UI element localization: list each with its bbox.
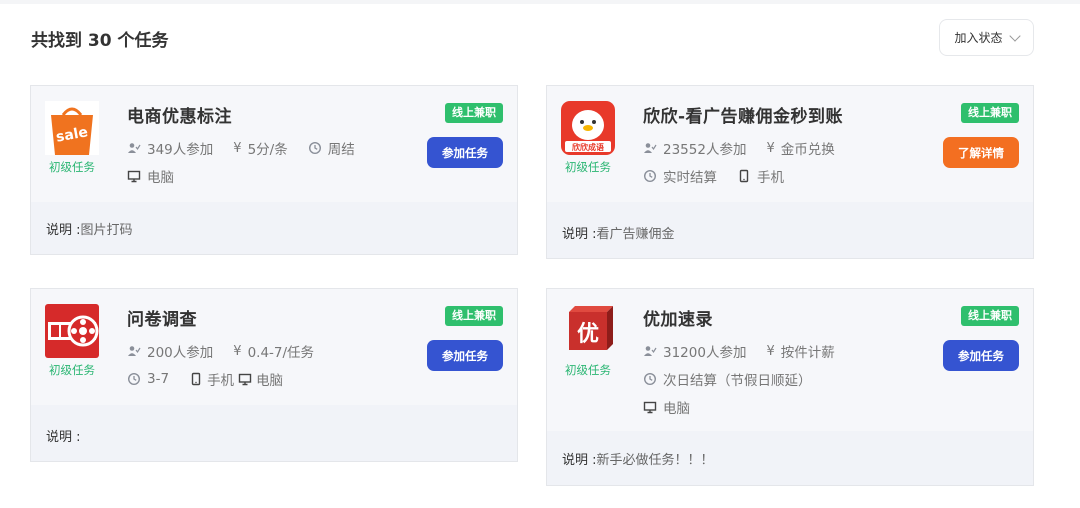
settlement: 实时结算 bbox=[643, 166, 717, 186]
task-level: 初级任务 bbox=[49, 363, 95, 377]
participants: 31200人参加 bbox=[643, 341, 746, 361]
yen-icon: ¥ bbox=[766, 140, 775, 156]
task-meta-row-2: 3-7 手机 电脑 bbox=[127, 369, 283, 389]
status-badge: 线上兼职 bbox=[445, 103, 503, 123]
phone-icon bbox=[737, 169, 751, 183]
task-card[interactable]: 欣欣成语 初级任务 欣欣-看广告赚佣金秒到账 线上兼职 了解详情 23552人参… bbox=[546, 85, 1034, 259]
yen-icon: ¥ bbox=[766, 343, 775, 359]
monitor-icon bbox=[127, 169, 141, 183]
task-title[interactable]: 优加速录 bbox=[643, 305, 713, 330]
price: ¥ 5分/条 bbox=[233, 140, 288, 159]
status-badge: 线上兼职 bbox=[961, 103, 1019, 123]
users-icon bbox=[643, 141, 657, 155]
clock-icon bbox=[643, 169, 657, 183]
monitor-icon bbox=[238, 372, 252, 386]
users-icon bbox=[127, 344, 141, 358]
task-description: 说明 :新手必做任务！！！ bbox=[562, 453, 714, 468]
monitor-icon bbox=[643, 400, 657, 414]
price: ¥ 0.4-7/任务 bbox=[233, 343, 315, 362]
task-meta-row-1: 200人参加 ¥ 0.4-7/任务 bbox=[127, 341, 314, 361]
task-thumbnail: 欣欣成语 bbox=[561, 101, 615, 155]
task-meta-row-2: 次日结算（节假日顺延） bbox=[643, 369, 812, 389]
price: ¥ 按件计薪 bbox=[766, 343, 835, 362]
task-level: 初级任务 bbox=[565, 160, 611, 174]
state-filter-select[interactable]: 加入状态 bbox=[939, 19, 1034, 56]
task-meta-row-1: 31200人参加 ¥ 按件计薪 bbox=[643, 341, 835, 361]
status-badge: 线上兼职 bbox=[961, 306, 1019, 326]
join-task-button[interactable]: 参加任务 bbox=[943, 340, 1019, 371]
task-meta-row-1: 23552人参加 ¥ 金币兑换 bbox=[643, 138, 835, 158]
thumb-text: 优 bbox=[577, 321, 599, 347]
task-card[interactable]: sale 初级任务 电商优惠标注 线上兼职 参加任务 349人参加 ¥ 5分/条… bbox=[30, 85, 518, 255]
clock-icon bbox=[308, 141, 322, 155]
join-task-button[interactable]: 参加任务 bbox=[427, 137, 503, 168]
yen-icon: ¥ bbox=[233, 343, 242, 359]
device: 电脑 bbox=[643, 397, 690, 417]
task-thumbnail bbox=[45, 304, 99, 358]
thumb-text: 欣欣成语 bbox=[572, 142, 604, 152]
phone-icon bbox=[189, 372, 203, 386]
task-title[interactable]: 电商优惠标注 bbox=[127, 102, 232, 127]
settlement: 周结 bbox=[308, 138, 355, 158]
device: 电脑 bbox=[127, 166, 174, 186]
settlement: 3-7 bbox=[127, 371, 169, 387]
participants: 200人参加 bbox=[127, 341, 213, 361]
task-meta-row-2: 实时结算 手机 bbox=[643, 166, 784, 186]
result-count-title: 共找到 30 个任务 bbox=[31, 31, 169, 51]
status-badge: 线上兼职 bbox=[445, 306, 503, 326]
task-level: 初级任务 bbox=[565, 363, 611, 377]
participants: 349人参加 bbox=[127, 138, 213, 158]
yen-icon: ¥ bbox=[233, 140, 242, 156]
task-meta-row-2: 电脑 bbox=[127, 166, 174, 186]
task-description: 说明 : bbox=[46, 430, 81, 445]
task-thumbnail: 优 bbox=[561, 304, 615, 358]
join-task-button[interactable]: 参加任务 bbox=[427, 340, 503, 371]
users-icon bbox=[127, 141, 141, 155]
task-title[interactable]: 欣欣-看广告赚佣金秒到账 bbox=[643, 102, 843, 127]
task-thumbnail: sale bbox=[45, 101, 99, 155]
users-icon bbox=[643, 344, 657, 358]
card-footer bbox=[31, 405, 517, 461]
task-level: 初级任务 bbox=[49, 160, 95, 174]
top-divider bbox=[0, 0, 1080, 4]
chevron-down-icon bbox=[1008, 29, 1021, 42]
task-description: 说明 :图片打码 bbox=[46, 223, 133, 238]
task-card[interactable]: 优 初级任务 优加速录 线上兼职 参加任务 31200人参加 ¥ 按件计薪 次日… bbox=[546, 288, 1034, 486]
device: 手机 电脑 bbox=[189, 369, 283, 389]
device: 手机 bbox=[737, 166, 784, 186]
state-filter-label: 加入状态 bbox=[954, 31, 1003, 45]
task-meta-row-3: 电脑 bbox=[643, 397, 690, 417]
clock-icon bbox=[127, 372, 141, 386]
learn-more-button[interactable]: 了解详情 bbox=[943, 137, 1019, 168]
task-card[interactable]: 初级任务 问卷调查 线上兼职 参加任务 200人参加 ¥ 0.4-7/任务 3-… bbox=[30, 288, 518, 462]
clock-icon bbox=[643, 372, 657, 386]
task-title[interactable]: 问卷调查 bbox=[127, 305, 197, 330]
participants: 23552人参加 bbox=[643, 138, 746, 158]
settlement: 次日结算（节假日顺延） bbox=[643, 369, 812, 389]
task-meta-row-1: 349人参加 ¥ 5分/条 周结 bbox=[127, 138, 355, 158]
task-description: 说明 :看广告赚佣金 bbox=[562, 227, 675, 242]
price: ¥ 金币兑换 bbox=[766, 140, 835, 159]
